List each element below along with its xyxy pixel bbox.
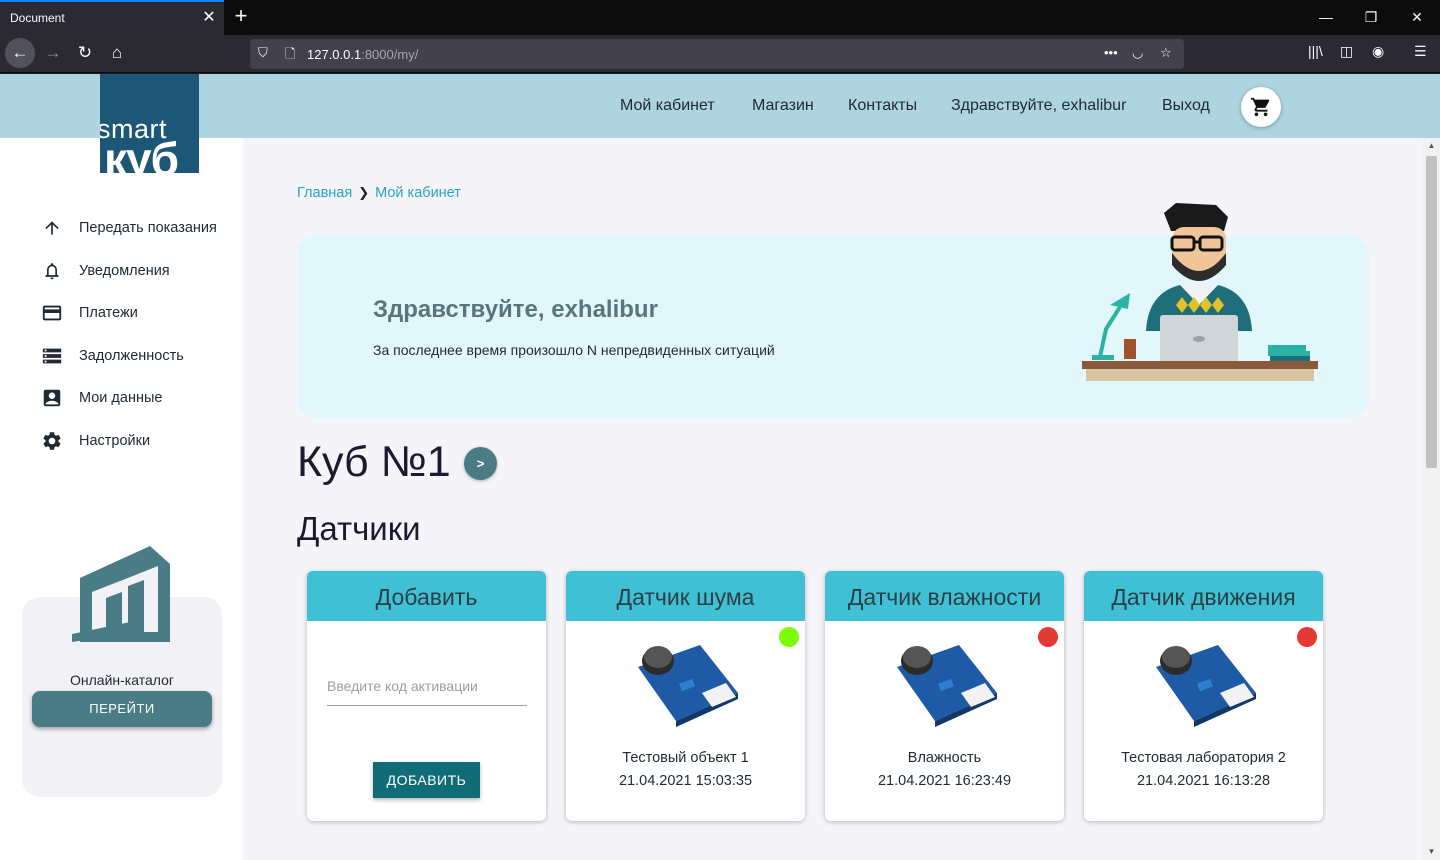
sidebar-item-payments[interactable]: Платежи bbox=[40, 300, 240, 326]
gear-icon bbox=[40, 429, 64, 453]
cart-button[interactable] bbox=[1241, 87, 1281, 127]
nav-shop[interactable]: Магазин bbox=[752, 97, 814, 115]
status-indicator bbox=[779, 627, 799, 647]
activation-code-input[interactable] bbox=[327, 666, 527, 706]
cart-icon bbox=[1250, 97, 1270, 117]
home-icon[interactable]: ⌂ bbox=[102, 38, 132, 68]
more-actions-icon[interactable]: ••• bbox=[1104, 45, 1118, 60]
site-header: Мой кабинет Магазин Контакты Здравствуйт… bbox=[0, 74, 1440, 138]
sidebar: Передать показания Уведомления Платежи З… bbox=[0, 138, 243, 860]
web-page: Мой кабинет Магазин Контакты Здравствуйт… bbox=[0, 74, 1440, 860]
breadcrumb: Главная ❯ Мой кабинет bbox=[297, 185, 461, 201]
page-info-icon[interactable]: 🗋 bbox=[285, 45, 295, 67]
sidebar-item-label: Платежи bbox=[79, 305, 138, 321]
sensor-name: Тестовый объект 1 bbox=[622, 750, 749, 766]
sidebar-item-notifications[interactable]: Уведомления bbox=[40, 258, 240, 284]
sensor-name: Тестовая лаборатория 2 bbox=[1121, 750, 1286, 766]
sidebar-item-label: Уведомления bbox=[79, 263, 170, 279]
sensor-module-image bbox=[638, 645, 738, 727]
sidebar-item-my-data[interactable]: Мои данные bbox=[40, 385, 240, 411]
card-title: Добавить bbox=[307, 571, 546, 621]
window-close-icon[interactable]: ✕ bbox=[1397, 5, 1437, 29]
browser-tab-bar: Document ✕ + — ❐ ✕ bbox=[0, 0, 1440, 35]
sensor-module-image bbox=[897, 645, 997, 727]
sensor-card-noise[interactable]: Датчик шума Тестовый объект 1 21.04.2021… bbox=[566, 571, 805, 821]
sidebar-item-submit-readings[interactable]: Передать показания bbox=[40, 215, 240, 241]
person-at-desk-illustration bbox=[1082, 203, 1318, 381]
cube-title: Куб №1 bbox=[297, 438, 451, 486]
account-icon[interactable]: ◉ bbox=[1372, 43, 1384, 60]
smartkub-logo[interactable]: smart куб bbox=[100, 74, 199, 173]
add-sensor-card: Добавить ДОБАВИТЬ bbox=[307, 571, 546, 821]
catalog-title: Онлайн-каталог bbox=[70, 672, 174, 688]
tab-title: Document bbox=[10, 11, 65, 25]
sensor-name: Влажность bbox=[907, 750, 982, 766]
list-icon bbox=[40, 344, 64, 368]
breadcrumb-current[interactable]: Мой кабинет bbox=[375, 185, 461, 201]
sensor-date: 21.04.2021 15:03:35 bbox=[618, 773, 753, 789]
banner-text: За последнее время произошло N непредвид… bbox=[373, 342, 775, 358]
pocket-icon[interactable]: ◡ bbox=[1132, 45, 1143, 61]
minimize-icon[interactable]: — bbox=[1306, 5, 1346, 29]
back-icon[interactable]: ← bbox=[5, 38, 35, 68]
status-indicator bbox=[1297, 627, 1317, 647]
credit-card-icon bbox=[40, 301, 64, 325]
card-title: Датчик влажности bbox=[825, 571, 1064, 621]
url-text[interactable]: 127.0.0.1:8000/my/ bbox=[307, 47, 418, 62]
forward-icon[interactable]: → bbox=[38, 38, 68, 68]
sensors-title: Датчики bbox=[297, 510, 421, 547]
scroll-thumb[interactable] bbox=[1426, 156, 1437, 468]
card-title: Датчик шума bbox=[566, 571, 805, 621]
welcome-banner: Здравствуйте, exhalibur За последнее вре… bbox=[297, 203, 1369, 418]
card-title: Датчик движения bbox=[1084, 571, 1323, 621]
nav-my-cabinet[interactable]: Мой кабинет bbox=[620, 97, 715, 115]
sidebar-item-settings[interactable]: Настройки bbox=[40, 428, 240, 454]
sidebar-item-label: Задолженность bbox=[79, 348, 184, 364]
nav-logout[interactable]: Выход bbox=[1162, 97, 1210, 115]
bell-icon bbox=[40, 259, 64, 283]
add-sensor-button[interactable]: ДОБАВИТЬ bbox=[373, 762, 480, 798]
status-indicator bbox=[1038, 627, 1058, 647]
new-tab-icon[interactable]: + bbox=[228, 3, 254, 29]
cube-next-button[interactable]: > bbox=[464, 447, 497, 480]
scroll-up-icon[interactable]: ▲ bbox=[1423, 138, 1440, 154]
shield-icon[interactable]: ⛉ bbox=[258, 45, 268, 61]
sidebar-toggle-icon[interactable]: ◫ bbox=[1340, 43, 1353, 60]
browser-toolbar: ← → ↻ ⌂ ⛉ 🗋 127.0.0.1:8000/my/ ••• ◡ ☆ |… bbox=[0, 35, 1440, 73]
browser-tab[interactable]: Document ✕ bbox=[0, 0, 224, 35]
logo-text-bottom: куб bbox=[104, 133, 179, 173]
restore-icon[interactable]: ❐ bbox=[1351, 5, 1391, 29]
nav-contacts[interactable]: Контакты bbox=[848, 97, 917, 115]
sensor-card-motion[interactable]: Датчик движения Тестовая лаборатория 2 2… bbox=[1084, 571, 1323, 821]
sidebar-item-label: Мои данные bbox=[79, 390, 163, 406]
sensor-module-image bbox=[1156, 645, 1256, 727]
nav-greeting[interactable]: Здравствуйте, exhalibur bbox=[951, 97, 1126, 115]
sensor-card-humidity[interactable]: Датчик влажности Влажность 21.04.2021 16… bbox=[825, 571, 1064, 821]
chevron-right-icon: > bbox=[476, 456, 485, 471]
banner-title: Здравствуйте, exhalibur bbox=[373, 296, 658, 323]
bookmark-star-icon[interactable]: ☆ bbox=[1160, 45, 1172, 61]
sidebar-item-debt[interactable]: Задолженность bbox=[40, 343, 240, 369]
menu-icon[interactable]: ☰ bbox=[1414, 43, 1427, 60]
scroll-down-icon[interactable]: ▼ bbox=[1423, 844, 1440, 860]
close-tab-icon[interactable]: ✕ bbox=[198, 7, 220, 29]
catalog-go-button[interactable]: ПЕРЕЙТИ bbox=[32, 691, 212, 727]
sidebar-item-label: Настройки bbox=[79, 433, 151, 449]
page-scrollbar[interactable]: ▲ ▼ bbox=[1423, 138, 1440, 860]
sensor-date: 21.04.2021 16:13:28 bbox=[1136, 773, 1271, 789]
address-bar[interactable]: ⛉ 🗋 127.0.0.1:8000/my/ ••• ◡ ☆ bbox=[250, 39, 1184, 69]
contact-card-icon bbox=[40, 386, 64, 410]
sensor-date: 21.04.2021 16:23:49 bbox=[877, 773, 1012, 789]
catalog-building-icon bbox=[72, 546, 170, 642]
library-icon[interactable]: |||\ bbox=[1308, 43, 1323, 59]
chevron-right-icon: ❯ bbox=[358, 185, 370, 200]
arrow-up-icon bbox=[40, 216, 64, 240]
reload-icon[interactable]: ↻ bbox=[70, 38, 100, 68]
breadcrumb-home-link[interactable]: Главная bbox=[297, 185, 352, 201]
sidebar-item-label: Передать показания bbox=[79, 220, 217, 236]
